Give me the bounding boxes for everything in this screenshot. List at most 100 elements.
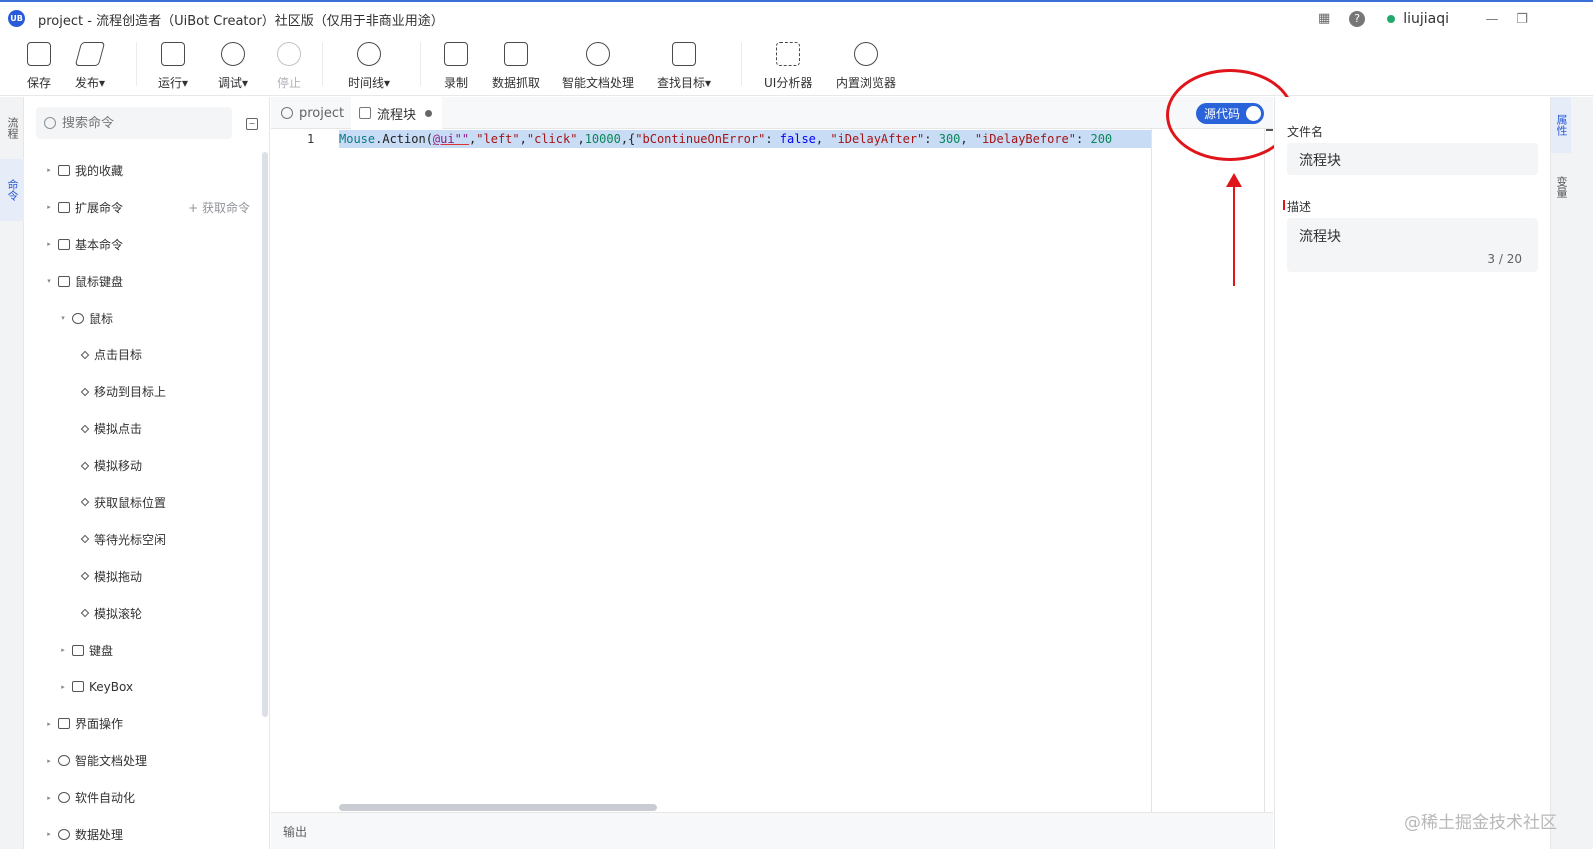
expand-arrow-icon[interactable]: ▸	[44, 240, 54, 248]
code-token: .Action(	[375, 132, 433, 146]
command-wait-cursor-idle[interactable]: 等待光标空闲	[24, 521, 260, 558]
command-click-target[interactable]: 点击目标	[24, 336, 260, 373]
output-label: 输出	[283, 825, 308, 839]
rail-tab-properties[interactable]: 属性	[1551, 97, 1571, 153]
data-scrape-button[interactable]: 数据抓取	[492, 38, 540, 92]
command-bullet-icon	[80, 608, 90, 618]
expand-arrow-icon[interactable]: ▸	[44, 757, 54, 765]
code-editor[interactable]: 1 Mouse.Action(@ui"","left","click",1000…	[271, 129, 1273, 812]
rail-tab-variables[interactable]: 变量	[1551, 159, 1571, 215]
tab-flow-block[interactable]: 流程块	[351, 97, 443, 129]
apps-icon[interactable]: ▦	[1315, 10, 1333, 28]
tree-node-basic[interactable]: ▸ 基本命令	[24, 226, 260, 263]
command-simulate-drag[interactable]: 模拟拖动	[24, 558, 260, 595]
user-menu[interactable]: liujiaqi	[1403, 11, 1449, 27]
code-token: false	[779, 132, 816, 146]
save-label: 保存	[27, 76, 52, 90]
toolbar-divider	[741, 42, 742, 86]
run-button[interactable]: 运行▾	[158, 38, 188, 92]
tree-node-label: 鼠标键盘	[75, 274, 124, 289]
command-panel-scrollbar[interactable]	[262, 152, 268, 717]
tree-node-data-processing[interactable]: ▸ 数据处理	[24, 816, 260, 849]
collapse-arrow-icon[interactable]: ▾	[44, 277, 54, 285]
command-bullet-icon	[80, 498, 90, 507]
search-input[interactable]	[62, 115, 222, 131]
tree-node-keyboard[interactable]: ▸ 键盘	[24, 632, 260, 669]
restore-button[interactable]: ❐	[1507, 12, 1537, 27]
tab-label: 流程块	[377, 107, 417, 123]
code-token: "click"	[526, 132, 578, 146]
ai-doc-icon	[586, 42, 610, 66]
ui-analyzer-button[interactable]: UI分析器	[764, 38, 812, 92]
expand-arrow-icon[interactable]: ▸	[44, 794, 54, 802]
publish-icon	[74, 42, 106, 66]
tree-node-ai-doc[interactable]: ▸ 智能文档处理	[24, 742, 260, 779]
char-counter: 3 / 20	[1487, 252, 1522, 266]
expand-arrow-icon[interactable]: ▸	[44, 830, 54, 838]
code-line[interactable]: Mouse.Action(@ui"","left","click",10000,…	[339, 130, 1151, 148]
expand-arrow-icon[interactable]: ▸	[44, 720, 54, 728]
stop-button[interactable]: 停止	[277, 38, 301, 92]
tree-node-label: 鼠标	[89, 311, 114, 326]
find-target-button[interactable]: 查找目标▾	[657, 38, 711, 92]
expand-arrow-icon[interactable]: ▸	[44, 166, 54, 174]
collapse-arrow-icon[interactable]: ▾	[58, 314, 68, 322]
tree-node-favorites[interactable]: ▸ 我的收藏	[24, 152, 260, 189]
command-panel: − ▸ 我的收藏 ▸ 扩展命令 + 获取命令 ▸ 基本命令 ▾ 鼠标键盘	[24, 97, 270, 849]
tree-node-extensions[interactable]: ▸ 扩展命令 + 获取命令	[24, 189, 260, 226]
clock-icon	[357, 42, 382, 66]
command-simulate-move[interactable]: 模拟移动	[24, 447, 260, 484]
get-command-button[interactable]: + 获取命令	[188, 199, 250, 216]
code-token: 10000	[584, 132, 621, 146]
tree-node-label: 基本命令	[75, 237, 124, 252]
command-bullet-icon	[80, 350, 90, 360]
command-simulate-wheel[interactable]: 模拟滚轮	[24, 595, 260, 632]
tree-node-label: 我的收藏	[75, 163, 124, 178]
search-icon	[44, 117, 56, 129]
command-search[interactable]	[36, 107, 232, 139]
collapse-all-icon[interactable]: −	[246, 118, 258, 130]
unsaved-dot-icon[interactable]	[425, 109, 433, 117]
horizontal-scrollbar[interactable]	[339, 804, 657, 811]
code-token: ,	[577, 132, 585, 146]
code-token: "iDelayBefore"	[974, 132, 1077, 146]
command-move-to-target[interactable]: 移动到目标上	[24, 373, 260, 410]
tree-node-ui-operations[interactable]: ▸ 界面操作	[24, 705, 260, 742]
stop-label: 停止	[277, 76, 302, 90]
rail-tab-flow[interactable]: 流程	[0, 97, 24, 159]
expand-arrow-icon[interactable]: ▸	[58, 683, 68, 691]
layers-icon	[359, 107, 371, 119]
record-button[interactable]: 录制	[444, 38, 468, 92]
tree-node-software-automation[interactable]: ▸ 软件自动化	[24, 779, 260, 816]
tree-node-label: 键盘	[89, 643, 114, 658]
data-scrape-icon	[504, 42, 528, 66]
filename-label: 文件名	[1287, 125, 1324, 139]
description-field[interactable]: 流程块 3 / 20	[1287, 218, 1538, 272]
builtin-browser-button[interactable]: 内置浏览器	[836, 38, 896, 92]
ui-analyzer-icon	[776, 42, 801, 66]
tree-node-label: 模拟滚轮	[94, 606, 143, 621]
flowchart-icon	[281, 107, 293, 119]
publish-label: 发布▾	[75, 76, 106, 90]
tree-node-keybox[interactable]: ▸ KeyBox	[24, 668, 260, 705]
tree-node-mouse[interactable]: ▾ 鼠标	[24, 300, 260, 337]
filename-field[interactable]: 流程块	[1287, 143, 1538, 175]
ai-doc-icon	[58, 755, 70, 767]
run-icon	[161, 42, 186, 66]
timeline-button[interactable]: 时间线▾	[348, 38, 390, 92]
expand-arrow-icon[interactable]: ▸	[58, 646, 68, 654]
publish-button[interactable]: 发布▾	[74, 38, 106, 92]
code-token: ,	[815, 132, 831, 146]
command-simulate-click[interactable]: 模拟点击	[24, 410, 260, 447]
output-panel-header[interactable]: 输出	[271, 812, 1273, 849]
tree-node-mouse-keyboard[interactable]: ▾ 鼠标键盘	[24, 263, 260, 300]
expand-arrow-icon[interactable]: ▸	[44, 203, 54, 211]
rail-tab-commands[interactable]: 命令	[0, 159, 24, 221]
help-icon[interactable]: ?	[1349, 11, 1366, 27]
minimize-button[interactable]: —	[1477, 12, 1507, 27]
command-get-mouse-position[interactable]: 获取鼠标位置	[24, 484, 260, 521]
debug-button[interactable]: 调试▾	[218, 38, 248, 92]
ai-doc-button[interactable]: 智能文档处理	[562, 38, 634, 92]
save-button[interactable]: 保存	[27, 38, 51, 92]
tab-project[interactable]: project	[281, 97, 352, 129]
